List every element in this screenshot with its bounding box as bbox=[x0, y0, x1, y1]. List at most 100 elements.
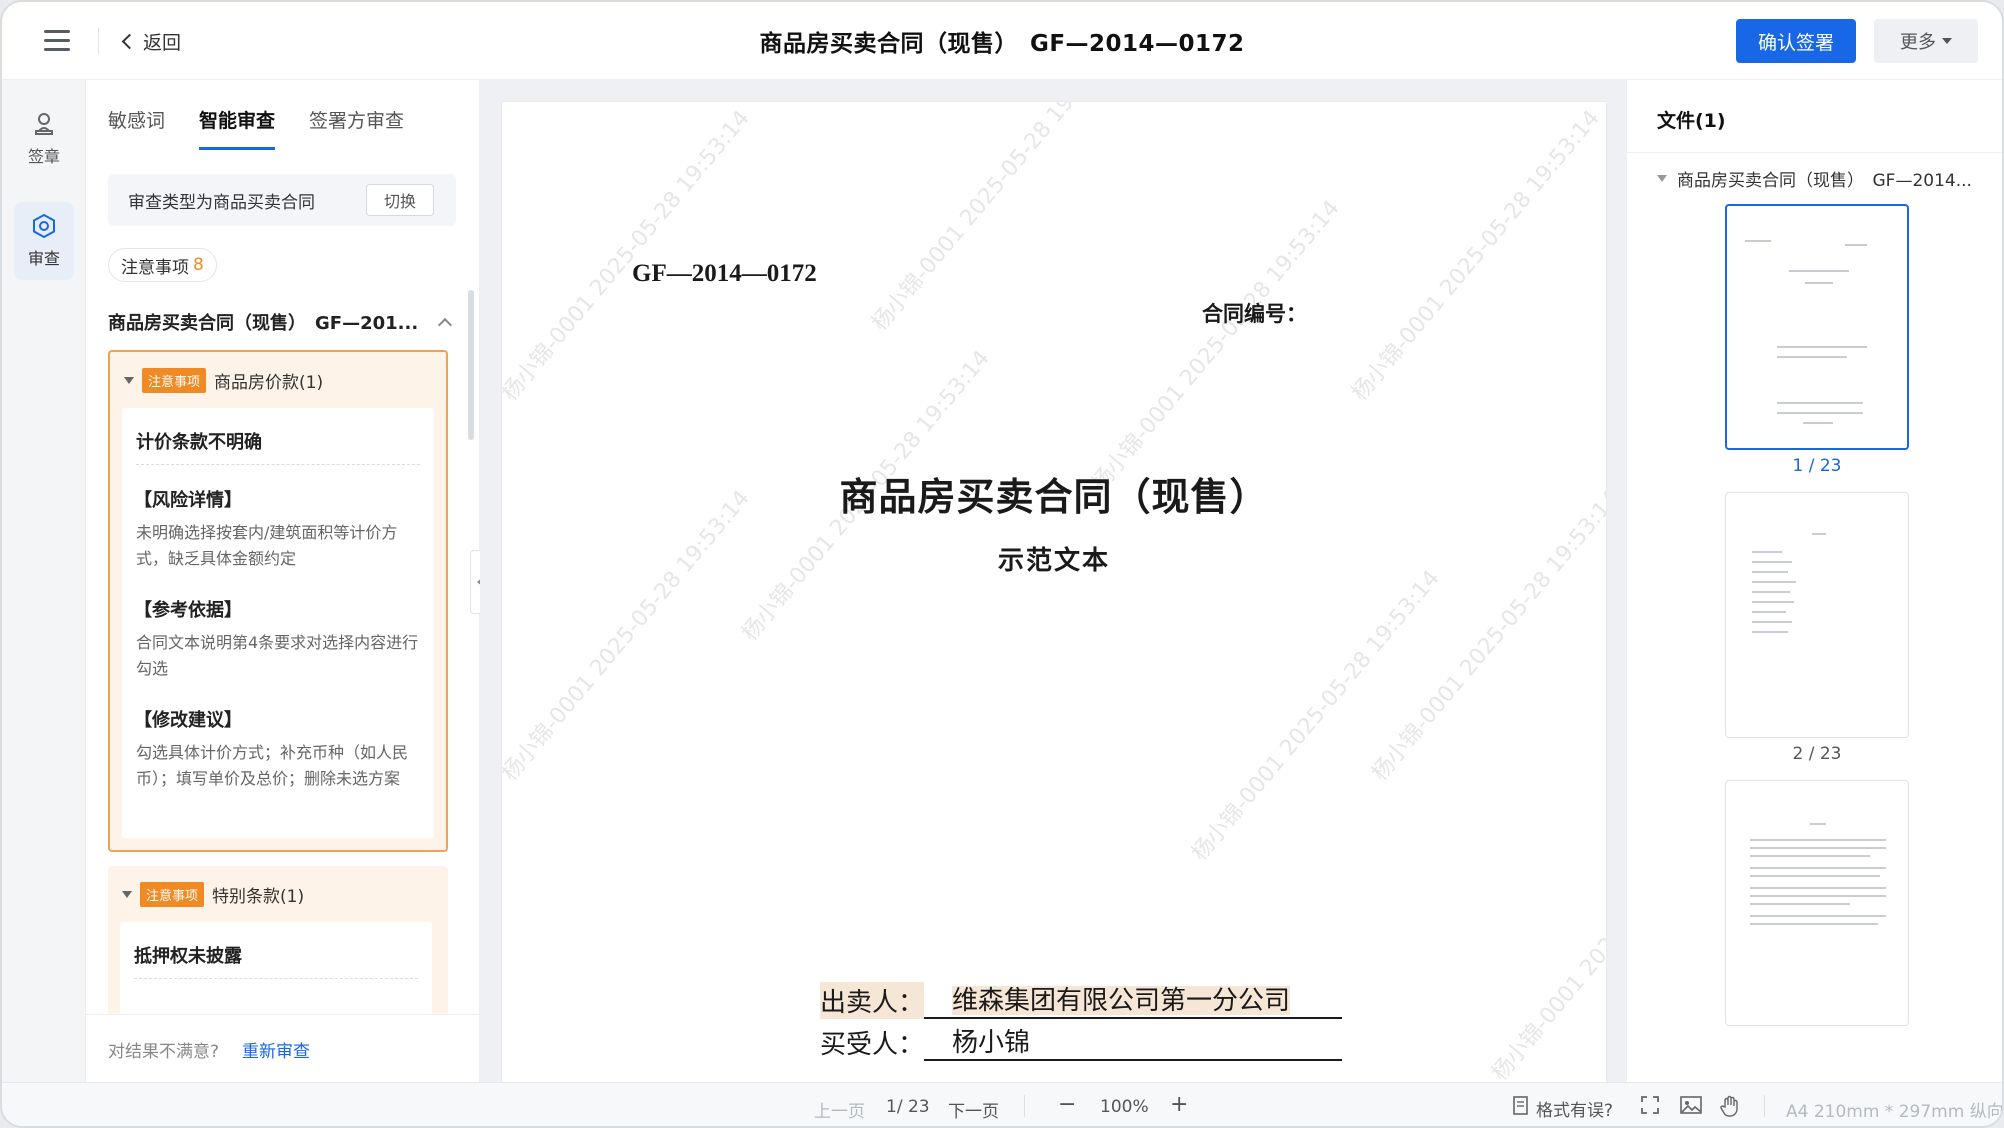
seller-line: 出卖人： 维森集团有限公司第一分公司 bbox=[820, 980, 1343, 1019]
top-header: 返回 商品房买卖合同（现售） GF—2014—0172 确认签署 更多 bbox=[2, 2, 2002, 80]
divider bbox=[1764, 1095, 1765, 1117]
card-header[interactable]: 注意事项 特别条款(1) bbox=[122, 882, 304, 907]
bottom-toolbar: 上一页 1/ 23 下一页 − 100% + 格式有误? A4 210mm * … bbox=[2, 1082, 2004, 1126]
page-size-info: A4 210mm * 297mm 纵向 bbox=[1786, 1102, 2004, 1122]
suggestion-text: 勾选具体计价方式；补充币种（如人民币）；填写单价及总价；删除未选方案 bbox=[136, 743, 409, 788]
rail-label-stamp: 签章 bbox=[27, 147, 60, 166]
risk-text: 未明确选择按套内/建筑面积等计价方式，缺乏具体金额约定 bbox=[136, 523, 398, 568]
image-icon[interactable] bbox=[1680, 1095, 1702, 1117]
watermark-text: 杨小锦-0001 2025-05-28 19:53:14 bbox=[1487, 786, 1606, 1082]
watermark-text: 杨小锦-0001 2025-05-28 19:53:14 bbox=[1367, 486, 1606, 786]
risk-heading: 【风险详情】 bbox=[134, 490, 242, 511]
watermark-text: 杨小锦-0001 2025-05-28 19:53:14 bbox=[502, 486, 755, 786]
notice-count: 8 bbox=[193, 255, 204, 275]
issue-title: 抵押权未披露 bbox=[134, 946, 242, 967]
app-window: 返回 商品房买卖合同（现售） GF—2014—0172 确认签署 更多 签章 审… bbox=[0, 0, 2004, 1128]
card-header[interactable]: 注意事项 商品房价款(1) bbox=[124, 368, 323, 393]
file-thumbnails-panel: 文件(1) 商品房买卖合同（现售） GF—2014... 1 / 23 2 / … bbox=[1626, 80, 2002, 1082]
next-page-button[interactable]: 下一页 bbox=[948, 1097, 999, 1122]
more-label: 更多 bbox=[1900, 32, 1936, 53]
panel-scrollbar[interactable] bbox=[468, 290, 474, 440]
notice-filter-chip[interactable]: 注意事项 8 bbox=[108, 248, 217, 282]
buyer-line: 买受人： 杨小锦 bbox=[820, 1022, 1343, 1061]
suggestion-heading: 【修改建议】 bbox=[134, 710, 242, 731]
zoom-out-button[interactable]: − bbox=[1058, 1092, 1076, 1117]
file-group-header[interactable]: 商品房买卖合同（现售） GF—201... bbox=[108, 308, 458, 336]
issue-detail[interactable]: 计价条款不明确 【风险详情】 未明确选择按套内/建筑面积等计价方式，缺乏具体金额… bbox=[122, 408, 434, 838]
review-card-list[interactable]: 注意事项 商品房价款(1) 计价条款不明确 【风险详情】 未明确选择按套内/建筑… bbox=[108, 350, 458, 1014]
review-icon bbox=[33, 213, 55, 239]
divider bbox=[136, 464, 420, 465]
buyer-value: 杨小锦 bbox=[952, 1028, 1031, 1057]
confirm-sign-button[interactable]: 确认签署 bbox=[1736, 19, 1856, 63]
review-type-text: 审查类型为商品买卖合同 bbox=[128, 193, 315, 213]
switch-type-button[interactable]: 切换 bbox=[366, 184, 434, 216]
zoom-in-button[interactable]: + bbox=[1170, 1092, 1188, 1117]
contract-subtitle: 示范文本 bbox=[997, 546, 1110, 575]
file-item[interactable]: 商品房买卖合同（现售） GF—2014... bbox=[1657, 166, 1987, 191]
rail-item-stamp[interactable]: 签章 bbox=[14, 100, 74, 178]
divider bbox=[1627, 152, 2002, 153]
hand-pan-icon[interactable] bbox=[1720, 1095, 1742, 1117]
issue-detail[interactable]: 抵押权未披露 bbox=[120, 922, 432, 1014]
tab-sensitive-words[interactable]: 敏感词 bbox=[108, 106, 165, 150]
notice-label: 注意事项 bbox=[121, 257, 189, 278]
review-tabs: 敏感词 智能审查 签署方审查 bbox=[108, 106, 404, 150]
file-group-title: 商品房买卖合同（现售） GF—201... bbox=[108, 313, 419, 334]
re-review-link[interactable]: 重新审查 bbox=[242, 1037, 310, 1062]
page-thumbnail-2[interactable] bbox=[1725, 492, 1909, 738]
panel-footer: 对结果不满意? 重新审查 bbox=[86, 1014, 479, 1082]
triangle-down-icon bbox=[1657, 175, 1667, 182]
review-card: 注意事项 特别条款(1) 抵押权未披露 bbox=[108, 866, 448, 1014]
document-icon bbox=[1513, 1096, 1528, 1115]
reference-heading: 【参考依据】 bbox=[134, 600, 242, 621]
tab-smart-review[interactable]: 智能审查 bbox=[199, 106, 276, 150]
chevron-up-icon bbox=[437, 317, 453, 333]
page-indicator: 1/ 23 bbox=[886, 1097, 930, 1117]
seller-label: 出卖人： bbox=[820, 982, 925, 1019]
divider bbox=[134, 978, 418, 979]
watermark-text: 杨小锦-0001 2025-05-28 19:53:14 bbox=[1187, 566, 1444, 866]
document-title: 商品房买卖合同（现售） GF—2014—0172 bbox=[759, 31, 1245, 57]
document-viewer[interactable]: 杨小锦-0001 2025-05-28 19:53:14 杨小锦-0001 20… bbox=[480, 80, 1626, 1082]
rail-label-review: 审查 bbox=[27, 249, 60, 268]
divider bbox=[1024, 1095, 1025, 1117]
triangle-down-icon bbox=[124, 377, 134, 384]
issue-title: 计价条款不明确 bbox=[136, 432, 262, 453]
format-issue-label: 格式有误? bbox=[1536, 1101, 1614, 1121]
triangle-down-icon bbox=[122, 891, 132, 898]
card-category: 商品房价款(1) bbox=[214, 373, 324, 393]
contract-code: GF—2014—0172 bbox=[632, 260, 817, 287]
footer-question: 对结果不满意? bbox=[108, 1042, 220, 1062]
seller-value: 维森集团有限公司第一分公司 bbox=[952, 986, 1291, 1015]
watermark-text: 杨小锦-0001 2025-05-28 19:53:14 bbox=[1347, 106, 1604, 406]
watermark-layer: 杨小锦-0001 2025-05-28 19:53:14 杨小锦-0001 20… bbox=[502, 102, 1606, 1082]
thumbnail-label: 1 / 23 bbox=[1792, 456, 1842, 476]
page-thumbnail-1[interactable] bbox=[1725, 204, 1909, 450]
card-category: 特别条款(1) bbox=[212, 887, 305, 907]
page-thumbnail-3[interactable] bbox=[1725, 780, 1909, 1026]
contract-main-title: 商品房买卖合同（现售） bbox=[839, 477, 1269, 519]
contract-number-label: 合同编号： bbox=[1202, 302, 1307, 326]
tab-signer-review[interactable]: 签署方审查 bbox=[309, 106, 404, 150]
status-badge: 注意事项 bbox=[140, 882, 205, 907]
more-button[interactable]: 更多 bbox=[1874, 19, 1978, 63]
status-badge: 注意事项 bbox=[142, 368, 207, 393]
prev-page-button[interactable]: 上一页 bbox=[814, 1097, 865, 1122]
fullscreen-icon[interactable] bbox=[1640, 1095, 1662, 1117]
watermark-text: 杨小锦-0001 2025-05-28 19:53:14 bbox=[502, 106, 755, 406]
review-card: 注意事项 商品房价款(1) 计价条款不明确 【风险详情】 未明确选择按套内/建筑… bbox=[108, 350, 448, 852]
files-title: 文件(1) bbox=[1657, 110, 1726, 132]
caret-down-icon bbox=[1942, 38, 1952, 44]
reference-text: 合同文本说明第4条要求对选择内容进行勾选 bbox=[136, 633, 419, 678]
review-type-box: 审查类型为商品买卖合同 切换 bbox=[108, 174, 456, 226]
left-rail: 签章 审查 bbox=[2, 80, 86, 1082]
review-panel: 敏感词 智能审查 签署方审查 审查类型为商品买卖合同 切换 注意事项 8 商品房… bbox=[86, 80, 480, 1082]
stamp-icon bbox=[35, 113, 53, 135]
rail-item-review[interactable]: 审查 bbox=[14, 202, 74, 280]
document-page: 杨小锦-0001 2025-05-28 19:53:14 杨小锦-0001 20… bbox=[502, 102, 1606, 1082]
format-issue-button[interactable]: 格式有误? bbox=[1512, 1095, 1654, 1121]
watermark-text: 杨小锦-0001 2025-05-28 19:53:14 bbox=[867, 102, 1124, 336]
file-name: 商品房买卖合同（现售） GF—2014... bbox=[1677, 171, 1972, 191]
zoom-level: 100% bbox=[1100, 1097, 1149, 1117]
